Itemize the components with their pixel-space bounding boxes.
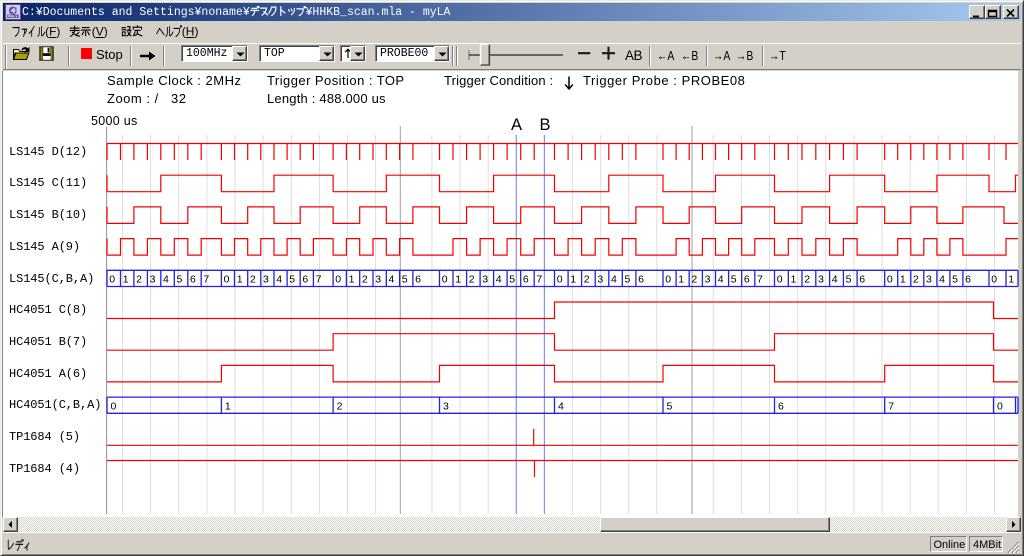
svg-text:3: 3 (443, 400, 449, 412)
svg-text:0: 0 (557, 274, 563, 286)
svg-text:4: 4 (389, 274, 395, 286)
svg-text:3: 3 (375, 274, 381, 286)
svg-text:6: 6 (190, 274, 196, 286)
svg-text:4: 4 (163, 274, 169, 286)
svg-text:5: 5 (952, 274, 958, 286)
svg-text:1: 1 (225, 400, 231, 412)
svg-text:4: 4 (611, 274, 617, 286)
svg-text:3: 3 (482, 274, 488, 286)
svg-text:3: 3 (705, 274, 711, 286)
svg-text:1: 1 (349, 274, 355, 286)
svg-text:0: 0 (997, 400, 1003, 412)
svg-text:5: 5 (667, 400, 673, 412)
svg-text:5: 5 (731, 274, 737, 286)
svg-text:2: 2 (469, 274, 475, 286)
svg-text:0: 0 (109, 274, 115, 286)
svg-text:3: 3 (926, 274, 932, 286)
svg-text:6: 6 (415, 274, 421, 286)
svg-text:4: 4 (718, 274, 724, 286)
svg-text:7: 7 (316, 274, 322, 286)
svg-text:5: 5 (402, 274, 408, 286)
svg-text:0: 0 (665, 274, 671, 286)
svg-text:4: 4 (939, 274, 945, 286)
svg-text:2: 2 (804, 274, 810, 286)
svg-text:1: 1 (900, 274, 906, 286)
svg-text:2: 2 (362, 274, 368, 286)
svg-text:6: 6 (302, 274, 308, 286)
svg-text:2: 2 (136, 274, 142, 286)
svg-text:6: 6 (744, 274, 750, 286)
svg-text:6: 6 (778, 400, 784, 412)
svg-text:2: 2 (250, 274, 256, 286)
svg-text:0: 0 (442, 274, 448, 286)
svg-text:2: 2 (337, 400, 343, 412)
svg-text:5: 5 (625, 274, 631, 286)
svg-text:2: 2 (691, 274, 697, 286)
svg-text:0: 0 (224, 274, 230, 286)
svg-text:0: 0 (111, 400, 117, 412)
svg-text:3: 3 (150, 274, 156, 286)
svg-text:1: 1 (791, 274, 797, 286)
svg-text:0: 0 (335, 274, 341, 286)
svg-text:7: 7 (757, 274, 763, 286)
svg-text:1: 1 (237, 274, 243, 286)
svg-text:4: 4 (558, 400, 564, 412)
svg-text:1: 1 (570, 274, 576, 286)
svg-text:6: 6 (859, 274, 865, 286)
svg-text:3: 3 (597, 274, 603, 286)
svg-text:6: 6 (638, 274, 644, 286)
svg-text:1: 1 (123, 274, 129, 286)
svg-text:1: 1 (1008, 274, 1014, 286)
svg-text:5: 5 (177, 274, 183, 286)
svg-text:6: 6 (965, 274, 971, 286)
svg-text:0: 0 (777, 274, 783, 286)
svg-text:0: 0 (887, 274, 893, 286)
svg-text:5: 5 (509, 274, 515, 286)
svg-text:1: 1 (455, 274, 461, 286)
svg-text:7: 7 (536, 274, 542, 286)
svg-text:7: 7 (888, 400, 894, 412)
svg-text:4: 4 (496, 274, 502, 286)
svg-text:6: 6 (523, 274, 529, 286)
svg-text:3: 3 (263, 274, 269, 286)
svg-text:1: 1 (678, 274, 684, 286)
svg-text:4: 4 (832, 274, 838, 286)
svg-text:2: 2 (913, 274, 919, 286)
svg-text:5: 5 (289, 274, 295, 286)
svg-text:5: 5 (846, 274, 852, 286)
svg-text:7: 7 (203, 274, 209, 286)
svg-text:4: 4 (276, 274, 282, 286)
svg-text:2: 2 (584, 274, 590, 286)
svg-text:3: 3 (818, 274, 824, 286)
svg-text:0: 0 (991, 274, 997, 286)
